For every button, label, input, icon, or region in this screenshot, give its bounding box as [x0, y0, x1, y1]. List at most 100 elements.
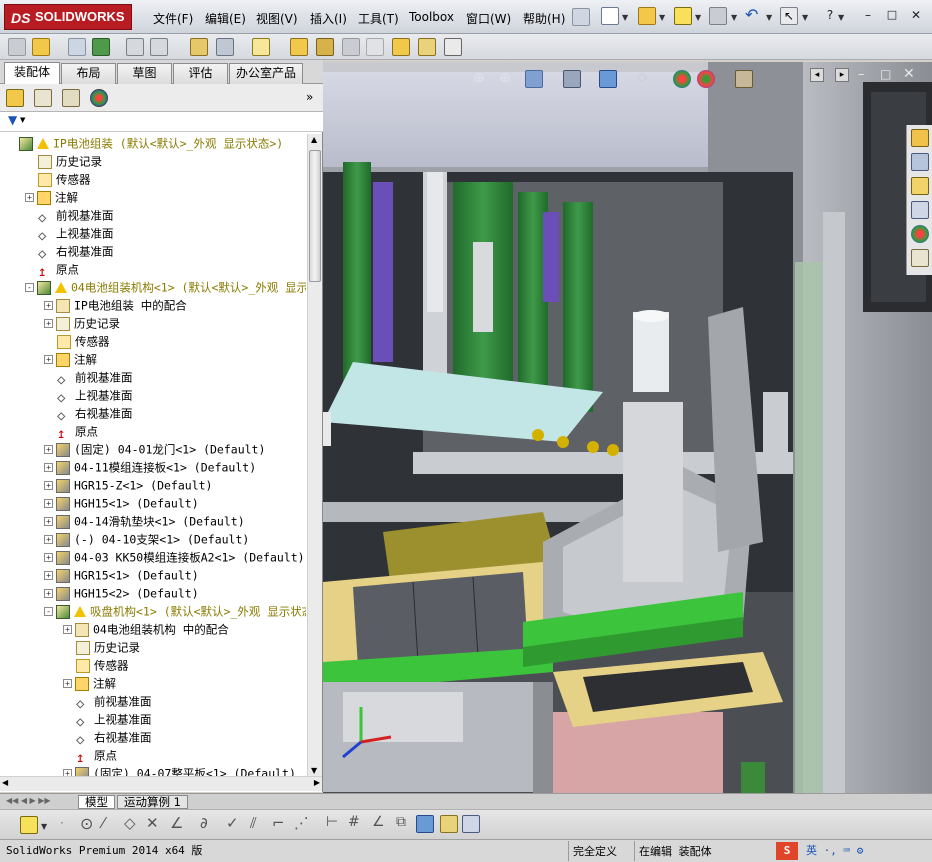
- open-folder-icon[interactable]: [638, 7, 656, 25]
- tree-node[interactable]: 原点: [44, 422, 98, 440]
- shaded-view-icon[interactable]: [416, 815, 434, 833]
- sketch-pattern-icon[interactable]: ⫽: [250, 814, 257, 832]
- smart-dimension-icon[interactable]: ⊢: [326, 814, 338, 830]
- custom-properties-icon[interactable]: [911, 249, 929, 267]
- property-manager-tab-icon[interactable]: [34, 89, 52, 107]
- filter-dropdown-icon[interactable]: ▼: [20, 116, 25, 124]
- menu-tools[interactable]: 工具(T): [358, 10, 399, 27]
- appearances-icon[interactable]: [911, 225, 929, 243]
- expand-icon[interactable]: +: [44, 355, 53, 364]
- tree-node[interactable]: + HGH15<2> (Default): [44, 584, 199, 602]
- tree-node[interactable]: 前视基准面: [63, 692, 152, 710]
- trim-icon[interactable]: ✕: [146, 814, 159, 832]
- hole-wizard-icon[interactable]: [440, 815, 458, 833]
- tree-node[interactable]: - 04电池组装机构<1> (默认<默认>_外观 显示状: [25, 278, 306, 296]
- previous-view-icon[interactable]: [525, 70, 543, 88]
- instant3d-icon[interactable]: [444, 38, 462, 56]
- tree-node[interactable]: 原点: [63, 746, 117, 764]
- tree-node[interactable]: + 注解: [44, 350, 97, 368]
- help-dropdown-icon[interactable]: ▼: [838, 13, 844, 22]
- help-question-icon[interactable]: ?: [822, 8, 838, 24]
- display-manager-tab-icon[interactable]: [90, 89, 108, 107]
- grid-icon[interactable]: #: [348, 814, 360, 830]
- select-cursor-icon[interactable]: ↖: [780, 7, 798, 25]
- convert-entities-icon[interactable]: ✓: [226, 814, 239, 832]
- tree-node[interactable]: + HGH15<1> (Default): [44, 494, 199, 512]
- scroll-thumb[interactable]: [309, 150, 321, 282]
- warning-dropdown-icon[interactable]: ▼: [41, 822, 47, 831]
- expand-icon[interactable]: +: [44, 571, 53, 580]
- tab-sketch[interactable]: 草图: [117, 63, 172, 84]
- assembly-features-icon[interactable]: [190, 38, 208, 56]
- expand-icon[interactable]: +: [44, 481, 53, 490]
- tab-model[interactable]: 模型: [78, 795, 115, 809]
- tree-node[interactable]: 上视基准面: [44, 386, 133, 404]
- rebuild-warning-icon[interactable]: [674, 7, 692, 25]
- minimize-icon[interactable]: –: [860, 8, 876, 24]
- smart-fasteners-icon[interactable]: [92, 38, 110, 56]
- tree-node[interactable]: +04电池组装机构 中的配合: [63, 620, 229, 638]
- close-icon[interactable]: ✕: [908, 8, 924, 24]
- interference-detection-icon[interactable]: [366, 38, 384, 56]
- scroll-up-icon[interactable]: ▲: [311, 135, 317, 144]
- scroll-left-icon[interactable]: ◀: [2, 778, 8, 787]
- tree-node[interactable]: 历史记录: [25, 152, 102, 170]
- tree-node[interactable]: 传感器: [25, 170, 91, 188]
- polygon-icon[interactable]: ◇: [124, 814, 136, 832]
- angle-icon[interactable]: ∠: [372, 814, 385, 830]
- graphics-viewport[interactable]: ⊕ ⊕ ◇ ◂ ▸ – □ ✕: [323, 62, 932, 794]
- show-hidden-icon[interactable]: [150, 38, 168, 56]
- tab-layout[interactable]: 布局: [61, 63, 116, 84]
- expand-icon[interactable]: +: [44, 553, 53, 562]
- select-dropdown-icon[interactable]: ▼: [802, 13, 808, 22]
- viewport-restore-icon[interactable]: □: [880, 67, 891, 81]
- tree-node[interactable]: 右视基准面: [44, 404, 133, 422]
- view-orientation-icon[interactable]: [599, 70, 617, 88]
- tab-motion-study-1[interactable]: 运动算例 1: [117, 795, 188, 809]
- tree-node[interactable]: 传感器: [63, 656, 129, 674]
- collapse-icon[interactable]: -: [25, 283, 34, 292]
- previous-view-arrow-icon[interactable]: ◂: [810, 68, 824, 82]
- new-document-icon[interactable]: [601, 7, 619, 25]
- next-view-arrow-icon[interactable]: ▸: [835, 68, 849, 82]
- expand-icon[interactable]: +: [44, 535, 53, 544]
- print-icon[interactable]: [709, 7, 727, 25]
- tree-node[interactable]: 右视基准面: [25, 242, 114, 260]
- move-component-icon[interactable]: [126, 38, 144, 56]
- corner-rectangle-icon[interactable]: ⌐: [272, 814, 285, 832]
- tree-horizontal-scrollbar[interactable]: ◀ ▶: [0, 776, 322, 791]
- tab-evaluate[interactable]: 评估: [173, 63, 228, 84]
- mirror-icon[interactable]: ∠: [170, 814, 183, 832]
- tree-node[interactable]: - 吸盘机构<1> (默认<默认>_外观 显示状态: [44, 602, 306, 620]
- expand-icon[interactable]: +: [44, 463, 53, 472]
- configuration-manager-tab-icon[interactable]: [62, 89, 80, 107]
- app-logo[interactable]: DS SOLIDWORKS: [4, 4, 132, 30]
- clearance-verification-icon[interactable]: [392, 38, 410, 56]
- expand-icon[interactable]: +: [63, 679, 72, 688]
- bill-of-materials-icon[interactable]: [290, 38, 308, 56]
- expand-icon[interactable]: +: [44, 319, 53, 328]
- line-icon[interactable]: ⁄: [102, 814, 105, 832]
- explode-line-icon[interactable]: [342, 38, 360, 56]
- table-icon[interactable]: [462, 815, 480, 833]
- tree-node[interactable]: 原点: [25, 260, 79, 278]
- insert-component-icon[interactable]: [8, 38, 26, 56]
- ime-toolbar-icon[interactable]: 英 ·, ⌨ ⚙: [806, 840, 863, 861]
- tree-node[interactable]: IP电池组装 (默认<默认>_外观 显示状态>): [6, 134, 283, 152]
- expand-icon[interactable]: +: [44, 589, 53, 598]
- new-dropdown-icon[interactable]: ▼: [622, 13, 628, 22]
- resources-icon[interactable]: [911, 129, 929, 147]
- scroll-right-icon[interactable]: ▶: [314, 778, 320, 787]
- tree-node[interactable]: + 注解: [25, 188, 78, 206]
- pin-icon[interactable]: [572, 8, 590, 26]
- tab-office-products[interactable]: 办公室产品: [229, 63, 303, 84]
- hole-alignment-icon[interactable]: [418, 38, 436, 56]
- reference-geometry-icon[interactable]: [216, 38, 234, 56]
- tree-node[interactable]: 前视基准面: [25, 206, 114, 224]
- tree-node[interactable]: + 历史记录: [44, 314, 120, 332]
- tree-node[interactable]: + (-) 04-10支架<1> (Default): [44, 530, 249, 548]
- tab-assembly[interactable]: 装配体: [4, 62, 60, 85]
- expand-icon[interactable]: +: [44, 445, 53, 454]
- offset-icon[interactable]: ∂: [200, 814, 208, 832]
- tree-node[interactable]: + HGR15<1> (Default): [44, 566, 199, 584]
